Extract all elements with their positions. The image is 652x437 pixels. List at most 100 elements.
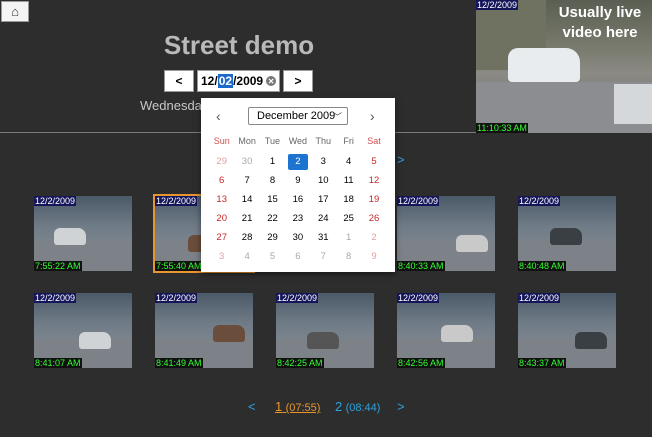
calendar-day[interactable]: 10 [311,173,336,189]
calendar-weekday-header: Sun Mon Tue Wed Thu Fri Sat [209,136,387,146]
calendar-week: 20 21 22 23 24 25 26 [209,209,387,228]
date-month[interactable]: 12 [201,74,214,88]
calendar-weekday: Tue [264,136,281,146]
calendar-day[interactable]: 26 [361,211,386,227]
calendar-day[interactable]: 3 [311,154,336,170]
date-year[interactable]: 2009 [236,74,263,88]
calendar-day[interactable]: 8 [336,249,361,265]
pager-page-1[interactable]: 1 (07:55) [275,399,320,414]
pager-next[interactable]: > [397,399,405,414]
thumbnail[interactable]: 12/2/2009 8:43:37 AM [518,293,616,368]
thumbnail-car [213,325,245,342]
thumbnail-car [79,332,111,349]
calendar-day[interactable]: 12 [361,173,386,189]
thumbnail[interactable]: 12/2/2009 7:55:22 AM [34,196,132,271]
thumbnail-date: 12/2/2009 [518,293,561,303]
chevron-down-icon: ﹀ [332,112,342,122]
calendar-prev-month-icon[interactable]: ‹ [216,108,221,124]
thumbnail[interactable]: 12/2/2009 8:40:33 AM [397,196,495,271]
calendar-day[interactable]: 21 [234,211,259,227]
calendar-day[interactable]: 7 [234,173,259,189]
clear-date-icon[interactable]: ✕ [266,76,277,86]
next-day-button[interactable]: > [283,70,313,92]
calendar-day[interactable]: 22 [260,211,285,227]
calendar-weekday: Fri [343,136,354,146]
calendar-day[interactable]: 1 [260,154,285,170]
calendar-day[interactable]: 8 [260,173,285,189]
calendar-day[interactable]: 17 [311,192,336,208]
calendar-grid: 29 30 1 2 3 4 5 6 7 8 9 10 11 12 13 14 15 16 17 18 19 20 21 22 2… [209,152,387,266]
date-day[interactable]: 02 [217,74,234,88]
calendar-day[interactable]: 28 [234,230,259,246]
calendar-day[interactable]: 19 [361,192,386,208]
thumbnail[interactable]: 12/2/2009 8:41:07 AM [34,293,132,368]
calendar-day[interactable]: 13 [209,192,234,208]
thumbnail-time: 8:40:33 AM [397,261,445,271]
calendar-weekday: Wed [288,136,308,146]
thumbnail-date: 12/2/2009 [276,293,319,303]
date-input[interactable]: 12 / 02 / 2009 ✕ [197,70,280,92]
calendar-day[interactable]: 31 [311,230,336,246]
live-car [508,48,580,82]
thumbnail-car [307,332,339,349]
calendar-day[interactable]: 4 [336,154,361,170]
calendar-day[interactable]: 9 [361,249,386,265]
thumbnail-date: 12/2/2009 [34,293,77,303]
calendar-day[interactable]: 30 [285,230,310,246]
calendar-day[interactable]: 1 [336,230,361,246]
calendar-day[interactable]: 3 [209,249,234,265]
calendar-day[interactable]: 23 [285,211,310,227]
thumbnail[interactable]: 12/2/2009 8:40:48 AM [518,196,616,271]
calendar-day[interactable]: 24 [311,211,336,227]
calendar-next-month-icon[interactable]: › [370,108,375,124]
pager-page-2[interactable]: 2 (08:44) [335,399,380,414]
calendar-day[interactable]: 9 [285,173,310,189]
thumbnail-time: 8:41:49 AM [155,358,203,368]
calendar-day[interactable]: 11 [336,173,361,189]
thumbnail-date: 12/2/2009 [518,196,561,206]
calendar-day[interactable]: 7 [311,249,336,265]
calendar-week: 29 30 1 2 3 4 5 [209,152,387,171]
live-date: 12/2/2009 [476,0,519,10]
calendar-week: 3456789 [209,247,387,266]
thumbnail-car [575,332,607,349]
calendar-day[interactable]: 6 [209,173,234,189]
thumbnail-time: 8:42:56 AM [397,358,445,368]
calendar-day[interactable]: 30 [234,154,259,170]
calendar-day[interactable]: 4 [234,249,259,265]
thumbnail[interactable]: 12/2/2009 8:41:49 AM [155,293,253,368]
calendar-weekday: Sun [213,136,230,146]
calendar-day[interactable]: 27 [209,230,234,246]
thumbnail[interactable]: 12/2/2009 8:42:56 AM [397,293,495,368]
prev-day-button[interactable]: < [164,70,194,92]
calendar-day[interactable]: 6 [285,249,310,265]
calendar-day[interactable]: 29 [260,230,285,246]
calendar-month-select[interactable]: December 2009 ﹀ [248,107,348,125]
calendar-weekday: Mon [238,136,256,146]
calendar-day[interactable]: 16 [285,192,310,208]
live-video: 12/2/2009 11:10:33 AM Usually live video… [476,0,652,133]
top-next-arrow[interactable]: > [397,152,405,167]
calendar-week: 13 14 15 16 17 18 19 [209,190,387,209]
thumbnail-time: 8:42:25 AM [276,358,324,368]
pager-prev[interactable]: < [248,399,256,414]
thumbnail-date: 12/2/2009 [34,196,77,206]
calendar-day[interactable]: 20 [209,211,234,227]
thumbnail[interactable]: 12/2/2009 8:42:25 AM [276,293,374,368]
home-button[interactable]: ⌂ [1,1,29,22]
thumbnail-date: 12/2/2009 [397,293,440,303]
live-truck [614,84,652,124]
calendar-day[interactable]: 25 [336,211,361,227]
calendar-day[interactable]: 5 [361,154,386,170]
calendar-day[interactable]: 5 [260,249,285,265]
calendar-day[interactable]: 14 [234,192,259,208]
calendar-day[interactable]: 15 [260,192,285,208]
calendar-day[interactable]: 18 [336,192,361,208]
thumbnail-date: 12/2/2009 [397,196,440,206]
live-caption: Usually live video here [558,4,642,41]
calendar-day[interactable]: 2 [285,153,310,170]
calendar-day[interactable]: 2 [361,230,386,246]
weekday-label: Wednesday [140,98,209,113]
calendar-day[interactable]: 29 [209,154,234,170]
home-icon: ⌂ [11,4,19,19]
